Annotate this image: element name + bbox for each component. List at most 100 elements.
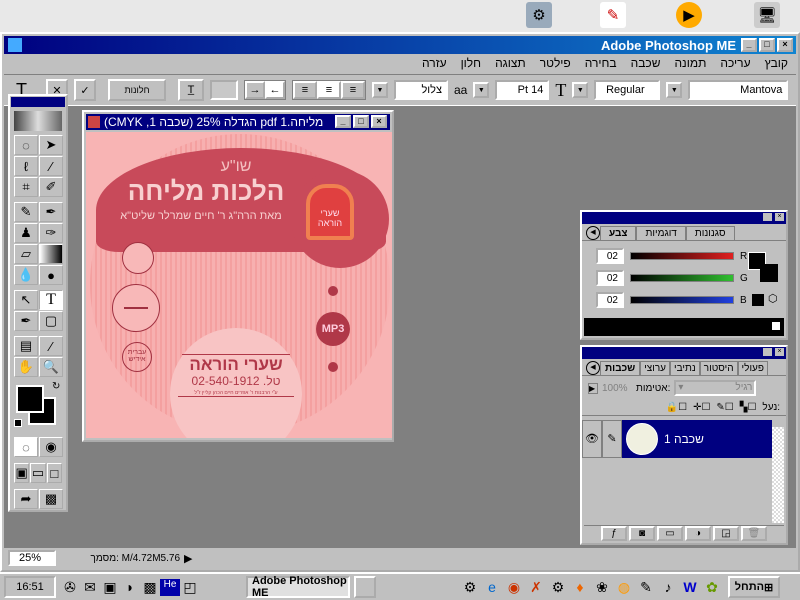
swap-colors-icon[interactable]: ↻: [52, 381, 60, 392]
standard-screen-icon[interactable]: ▣: [14, 463, 30, 483]
stamp-tool-icon[interactable]: ♟: [14, 223, 38, 243]
lock-transparency-icon[interactable]: ▚☐: [740, 402, 757, 413]
menu-filter[interactable]: פילטר: [540, 56, 571, 70]
balloon-icon[interactable]: ♦: [570, 579, 590, 596]
quick-launch-icon[interactable]: ✎: [636, 579, 656, 596]
tab-styles[interactable]: סגנונות: [685, 226, 735, 240]
taskbar-photoshop-button[interactable]: Adobe Photoshop ME: [246, 575, 350, 599]
shape-tool-icon[interactable]: ▢: [39, 311, 63, 331]
doc-minimize-button[interactable]: _: [335, 115, 351, 128]
opacity-value[interactable]: 100%: [602, 383, 632, 394]
status-menu-arrow[interactable]: ▶: [184, 552, 192, 565]
channel-value[interactable]: 02: [596, 270, 624, 286]
layer-mask-icon[interactable]: ◙: [629, 526, 655, 541]
menu-layer[interactable]: שכבה: [631, 56, 661, 70]
canvas[interactable]: שערי הוראה שו"ע הלכות מליחה מאת הרה"ג ר'…: [86, 132, 392, 438]
tab-layers[interactable]: שכבות: [600, 361, 641, 375]
imageready-icon[interactable]: ▩: [39, 489, 63, 509]
antialias-dropdown-arrow[interactable]: ▼: [372, 82, 388, 98]
type-tool-icon[interactable]: T: [39, 290, 63, 310]
media-player-icon[interactable]: ▶: [676, 2, 702, 28]
pen-tool-icon[interactable]: ✒: [14, 311, 38, 331]
channel-value[interactable]: 02: [596, 248, 624, 264]
magic-wand-icon[interactable]: ⁄: [39, 156, 63, 176]
hand-tool-icon[interactable]: ✋: [14, 357, 38, 377]
language-icon[interactable]: He: [160, 578, 180, 596]
font-family-field[interactable]: Mantova: [688, 80, 789, 100]
minimize-button[interactable]: _: [741, 38, 757, 52]
tab-swatches[interactable]: דוגמיות: [636, 226, 686, 240]
white-swatch[interactable]: [772, 322, 780, 330]
palette-menu-button[interactable]: ◀: [586, 226, 600, 240]
tab-paths[interactable]: נתיבי: [670, 361, 700, 375]
channel-slider[interactable]: [630, 296, 734, 304]
maximize-button[interactable]: □: [759, 38, 775, 52]
tab-history[interactable]: היסטור: [699, 361, 738, 375]
crop-tool-icon[interactable]: ⌗: [14, 177, 38, 197]
size-dropdown-arrow[interactable]: ▼: [473, 82, 490, 98]
channel-slider[interactable]: [630, 252, 734, 260]
opacity-arrow[interactable]: ▶: [588, 382, 598, 394]
tab-channels[interactable]: ערוצי: [640, 361, 670, 375]
tab-actions[interactable]: פעולי: [737, 361, 768, 375]
new-layer-icon[interactable]: ◲: [713, 526, 739, 541]
lock-position-icon[interactable]: ✛☐: [693, 402, 710, 413]
quick-launch-icon[interactable]: ♪: [658, 579, 678, 596]
palettes-button[interactable]: חלונות: [108, 79, 166, 101]
brush-icon[interactable]: ✎: [602, 420, 622, 458]
tray-icon[interactable]: ▩: [140, 579, 160, 596]
full-screen-icon[interactable]: □: [46, 463, 62, 483]
close-button[interactable]: ×: [777, 38, 793, 52]
foreground-color[interactable]: [16, 385, 44, 413]
lasso-tool-icon[interactable]: ℓ: [14, 156, 38, 176]
quick-launch-icon[interactable]: ⚙: [460, 579, 480, 596]
lock-all-icon[interactable]: 🔒☐: [666, 402, 687, 413]
jump-to-imageready-icon[interactable]: ➦: [14, 489, 38, 509]
web-safe-swatch[interactable]: [752, 294, 764, 306]
notes-tool-icon[interactable]: ▤: [14, 336, 38, 356]
menu-help[interactable]: עזרה: [422, 56, 447, 70]
healing-brush-icon[interactable]: ✎: [14, 202, 38, 222]
toolbox-title[interactable]: [11, 97, 65, 107]
font-size-field[interactable]: Pt 14: [495, 80, 550, 100]
adjustment-layer-icon[interactable]: ◑: [685, 526, 711, 541]
menu-window[interactable]: חלון: [461, 56, 482, 70]
quick-mask-icon[interactable]: ◉: [39, 437, 63, 457]
media-player-icon[interactable]: ◍: [614, 579, 634, 596]
ltr-button[interactable]: ←: [265, 81, 285, 99]
antialias-field[interactable]: צלול: [394, 80, 448, 100]
ie-icon[interactable]: e: [482, 579, 502, 596]
brush-tool-icon[interactable]: ✒: [39, 202, 63, 222]
family-dropdown-arrow[interactable]: ▼: [666, 82, 683, 98]
tray-icon[interactable]: ◰: [180, 579, 200, 596]
zoom-tool-icon[interactable]: 🔍: [39, 357, 63, 377]
history-brush-icon[interactable]: ✑: [39, 223, 63, 243]
palette-close-button[interactable]: ×: [775, 213, 784, 221]
layer-row[interactable]: 👁 ✎ שכבה 1: [582, 420, 772, 458]
layer-style-icon[interactable]: ƒ: [601, 526, 627, 541]
tab-color[interactable]: צבע: [600, 226, 637, 240]
layers-scrollbar[interactable]: [772, 427, 784, 523]
word-icon[interactable]: W: [680, 579, 700, 596]
blend-mode-dropdown[interactable]: ▾ רגיל: [674, 380, 757, 396]
network-icon[interactable]: ⚙: [526, 2, 552, 28]
bg-swatch[interactable]: [760, 264, 778, 282]
path-select-icon[interactable]: ↖: [14, 290, 38, 310]
zoom-field[interactable]: 25%: [8, 550, 56, 566]
warp-text-icon[interactable]: T̲: [178, 79, 204, 101]
tray-icon[interactable]: ✇: [60, 579, 80, 596]
doc-maximize-button[interactable]: □: [353, 115, 369, 128]
pdf-icon[interactable]: ✎: [600, 2, 626, 28]
menu-view[interactable]: תצוגה: [495, 56, 526, 70]
tray-icon[interactable]: ▣: [100, 579, 120, 596]
doc-close-button[interactable]: ×: [371, 115, 387, 128]
text-color-swatch[interactable]: [210, 80, 238, 100]
default-colors-icon[interactable]: [14, 419, 22, 427]
layers-palette-title[interactable]: ×: [582, 347, 786, 359]
palette-close-button[interactable]: ×: [775, 348, 784, 356]
eraser-tool-icon[interactable]: ▱: [14, 244, 38, 264]
adobe-online-icon[interactable]: [14, 111, 62, 131]
title-bar[interactable]: Adobe Photoshop ME _ □ ×: [4, 36, 796, 54]
marquee-tool-icon[interactable]: ◌: [14, 135, 38, 155]
quick-launch-icon[interactable]: ◉: [504, 579, 524, 596]
